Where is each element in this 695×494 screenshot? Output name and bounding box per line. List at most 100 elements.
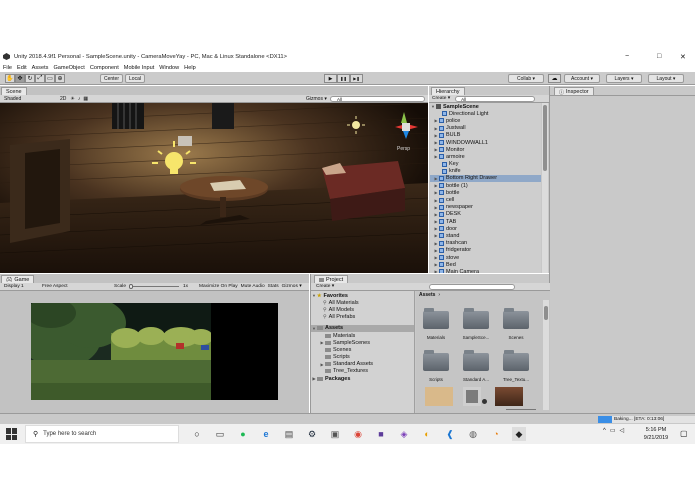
rect-tool-icon[interactable]: ▭ <box>45 74 55 83</box>
hierarchy-item[interactable]: ▶ bottle <box>430 189 541 196</box>
hierarchy-item[interactable]: ▶ stand <box>430 232 541 239</box>
maximize-on-play-toggle[interactable]: Maximize On Play <box>199 284 238 289</box>
favorite-item[interactable]: ⚲ All Models <box>311 306 414 313</box>
favorites-header[interactable]: ▼ ★ Favorites <box>311 292 414 299</box>
game-viewport[interactable] <box>0 291 309 413</box>
account-dropdown[interactable]: Account ▾ <box>564 74 600 83</box>
hierarchy-item[interactable]: ▶ TAB <box>430 218 541 225</box>
play-button[interactable]: ▶ <box>324 74 337 83</box>
hierarchy-item[interactable]: ▶ WINDOWWALL1 <box>430 139 541 146</box>
menu-gameobject[interactable]: GameObject <box>53 65 84 71</box>
asset-grid-item[interactable]: Materials <box>418 308 454 340</box>
favorite-item[interactable]: ⚲ All Prefabs <box>311 314 414 321</box>
hierarchy-item[interactable]: ▶ cell <box>430 196 541 203</box>
volume-icon[interactable]: ◁ <box>620 427 625 434</box>
lighting-toggle-icon[interactable]: ☀ <box>70 96 74 102</box>
assets-header[interactable]: ▼ Assets <box>311 324 414 332</box>
pivot-center-button[interactable]: Center <box>100 74 124 83</box>
edge-icon[interactable]: e <box>259 427 273 441</box>
close-button[interactable]: ✕ <box>680 53 686 61</box>
transform-tool-icon[interactable]: ⊕ <box>55 74 65 83</box>
move-tool-icon[interactable]: ✥ <box>15 74 25 83</box>
texture-thumb[interactable] <box>495 387 523 406</box>
hierarchy-item[interactable]: ▶ Monitor <box>430 146 541 153</box>
space-local-button[interactable]: Local <box>125 74 145 83</box>
step-button[interactable]: ▶❚ <box>350 74 363 83</box>
hierarchy-item[interactable]: Key <box>430 161 541 168</box>
hierarchy-item[interactable]: ▶ police <box>430 117 541 124</box>
menu-mobile-input[interactable]: Mobile Input <box>124 65 154 71</box>
scale-slider[interactable] <box>129 284 179 289</box>
hierarchy-item[interactable]: ▶ armoire <box>430 153 541 160</box>
play-preview-icon[interactable] <box>482 399 487 404</box>
xbox-icon[interactable]: ◍ <box>466 427 480 441</box>
notifications-icon[interactable]: ▢ <box>680 429 688 438</box>
scene-root[interactable]: ▼ SampleScene <box>430 103 541 110</box>
asset-grid-item[interactable]: Scenes <box>498 308 534 340</box>
menu-help[interactable]: Help <box>184 65 196 71</box>
scene-gizmos-dropdown[interactable]: Gizmos ▾ <box>306 96 327 102</box>
project-search-input[interactable] <box>429 283 516 290</box>
minimize-button[interactable]: − <box>625 53 629 60</box>
unity-hub-icon[interactable]: ■ <box>374 427 388 441</box>
unity-editor-icon[interactable]: ◆ <box>512 427 526 441</box>
project-create-dropdown[interactable]: Create ▾ <box>316 284 334 289</box>
scene-search-input[interactable]: All <box>330 96 425 102</box>
asset-grid-item[interactable]: Tree_Textu... <box>498 350 534 382</box>
layout-dropdown[interactable]: Layout ▾ <box>648 74 684 83</box>
tray-chevron-icon[interactable]: ^ <box>603 428 606 434</box>
layers-dropdown[interactable]: Layers ▾ <box>606 74 642 83</box>
collab-dropdown[interactable]: Collab ▾ <box>508 74 544 83</box>
effects-toggle-icon[interactable]: ▦ <box>83 96 88 102</box>
thumbnail-size-slider[interactable] <box>506 409 536 410</box>
hierarchy-item[interactable]: ▶ fridgerator <box>430 247 541 254</box>
scene-viewport[interactable]: Persp <box>0 103 428 273</box>
game-gizmos-dropdown[interactable]: Gizmos ▾ <box>282 284 302 289</box>
mute-audio-toggle[interactable]: Mute Audio <box>241 284 265 289</box>
rotate-tool-icon[interactable]: ↻ <box>25 74 35 83</box>
chrome-icon[interactable]: ◉ <box>351 427 365 441</box>
project-scrollbar[interactable] <box>543 300 549 410</box>
audio-toggle-icon[interactable]: ♪ <box>78 96 81 102</box>
display-dropdown[interactable]: Display 1 <box>4 284 42 289</box>
vscode-icon[interactable]: ❰ <box>443 427 457 441</box>
hierarchy-create-dropdown[interactable]: Create ▾ <box>432 96 450 101</box>
browser-icon[interactable]: ◐ <box>420 427 434 441</box>
hierarchy-item[interactable]: ▶ BULB <box>430 132 541 139</box>
hierarchy-item[interactable]: knife <box>430 168 541 175</box>
maximize-button[interactable]: □ <box>657 53 661 60</box>
windows-start-icon[interactable] <box>6 428 18 440</box>
spotify-icon[interactable]: ● <box>236 427 250 441</box>
prefab-thumb[interactable] <box>463 387 481 406</box>
hand-tool-icon[interactable]: ✋ <box>5 74 15 83</box>
hierarchy-item[interactable]: ▶ DESK <box>430 211 541 218</box>
network-icon[interactable]: ▭ <box>610 427 616 434</box>
menu-assets[interactable]: Assets <box>32 65 49 71</box>
blender-icon[interactable]: ◔ <box>489 427 503 441</box>
hierarchy-item[interactable]: ▶ Bottom Right Drawer <box>430 174 541 183</box>
hierarchy-item[interactable]: ▶ door <box>430 225 541 232</box>
asset-folder-item[interactable]: Materials <box>311 332 414 339</box>
taskbar-search-box[interactable]: ⚲ Type here to search <box>25 425 179 443</box>
favorite-item[interactable]: ⚲ All Materials <box>311 299 414 306</box>
packages-header[interactable]: ▶ Packages <box>311 375 414 382</box>
hierarchy-search-input[interactable]: All <box>455 95 536 102</box>
pause-button[interactable]: ❚❚ <box>337 74 350 83</box>
hierarchy-scrollbar[interactable] <box>542 103 548 273</box>
hierarchy-item[interactable]: ▶ Bed <box>430 261 541 268</box>
asset-grid-item[interactable]: Scripts <box>418 350 454 382</box>
aspect-dropdown[interactable]: Free Aspect <box>42 284 114 289</box>
asset-folder-item[interactable]: ▶ Standard Assets <box>311 361 414 368</box>
chrome-icon-1[interactable]: ▤ <box>282 427 296 441</box>
menu-file[interactable]: File <box>3 65 12 71</box>
taskbar-search-input[interactable]: Type here to search <box>43 431 96 437</box>
shading-dropdown[interactable]: Shaded <box>4 96 52 102</box>
steam-icon[interactable]: ⚙ <box>305 427 319 441</box>
hierarchy-item[interactable]: ▶ trashcan <box>430 240 541 247</box>
hierarchy-item[interactable]: ▶ Main Camera <box>430 268 541 273</box>
hierarchy-item[interactable]: ▶ Justwall <box>430 125 541 132</box>
persp-label[interactable]: Persp <box>397 146 410 152</box>
asset-grid-item[interactable]: SampleSce... <box>458 308 494 340</box>
store-icon[interactable]: ▣ <box>328 427 342 441</box>
asset-folder-item[interactable]: Scripts <box>311 354 414 361</box>
